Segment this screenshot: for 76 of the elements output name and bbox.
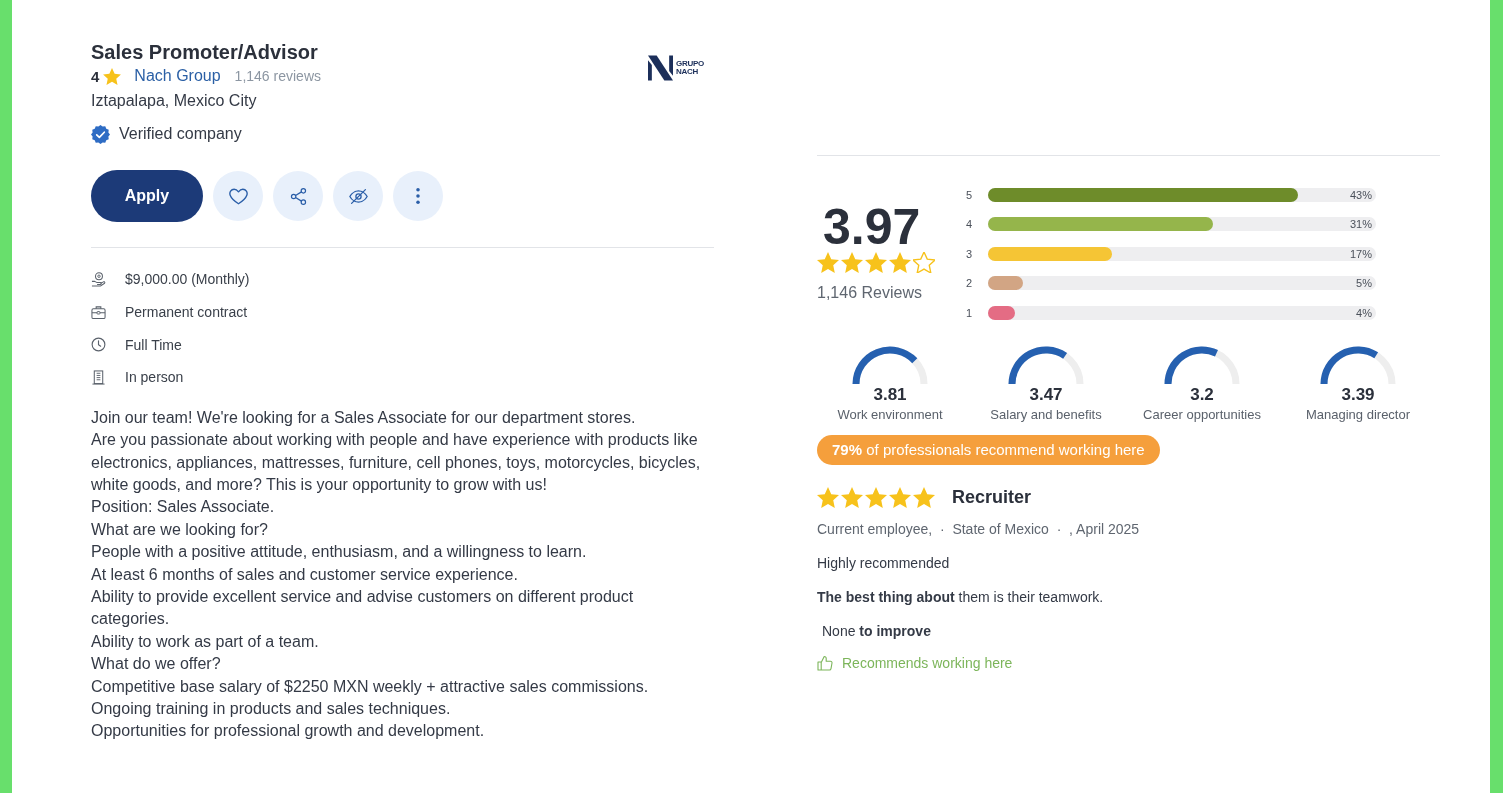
star-level-label: 2 — [966, 277, 974, 290]
review-title: Recruiter — [952, 486, 1032, 508]
description-text: Ability to work as part of a team. — [91, 631, 320, 652]
job-title: Sales Promoter/Advisor — [91, 40, 319, 65]
description-text: At least 6 months of sales and customer service experience. — [91, 564, 519, 585]
description-text: What are we looking for? — [91, 519, 269, 540]
star-icon — [889, 252, 911, 273]
star-level-label: 3 — [966, 247, 974, 260]
category-score: 3.2 — [1190, 383, 1214, 406]
percentage-text: 4% — [1356, 305, 1372, 320]
review-total: 1,146 Reviews — [817, 283, 923, 303]
star-icon — [817, 252, 839, 273]
description-text: Are you passionate about working with people and have experience with products like electronics, appliances, mattresses, furniture, cell phones, toys, motorcycles, bicycles, white goods, and more? This is your opportunity to grow with us! — [91, 430, 702, 495]
review-count: 1,146 reviews — [234, 68, 321, 84]
building-icon — [91, 369, 106, 385]
star-level-label: 4 — [966, 218, 974, 231]
star-icon — [865, 486, 887, 508]
description-text: People with a positive attitude, enthusiasm, and a willingness to learn. — [91, 542, 588, 563]
job-location: Iztapalapa, Mexico City — [91, 91, 258, 111]
star-icon — [913, 252, 935, 273]
verified-label: Verified company — [119, 125, 242, 143]
job-detail-text: In person — [125, 369, 184, 386]
star-level-label: 1 — [966, 306, 974, 319]
recommend-badge: 79% of professionals recommend working here — [817, 434, 1160, 465]
category-label: Salary and benefits — [990, 405, 1102, 424]
logo-text: GRUPO NACH — [676, 60, 705, 76]
clock-icon — [91, 337, 106, 353]
description-text: Position: Sales Associate. — [91, 497, 276, 518]
star-icon — [865, 252, 887, 273]
heart-icon — [228, 187, 248, 205]
star-icon — [103, 67, 122, 85]
description-text: Ongoing training in products and sales techniques. — [91, 699, 452, 720]
briefcase-icon — [91, 304, 106, 320]
category-label: Career opportunities — [1143, 405, 1261, 424]
category-score: 3.39 — [1341, 383, 1375, 406]
description-text: What do we offer? — [91, 654, 222, 675]
description-text: Competitive base salary of $2250 MXN weekly + attractive sales commissions. — [91, 676, 650, 697]
company-link[interactable]: Nach Group — [134, 67, 221, 85]
job-detail-text: $9,000.00 (Monthly) — [125, 271, 250, 288]
category-score: 3.81 — [873, 383, 907, 406]
star-level-label: 5 — [966, 188, 974, 201]
coin-hand-icon — [91, 271, 106, 287]
description-text: Ability to provide excellent service and advise customers on different product categories. — [91, 587, 635, 630]
percentage-text: 5% — [1356, 276, 1372, 291]
star-icon — [841, 486, 863, 508]
category-label: Work environment — [837, 405, 943, 424]
description-text: Join our team! We're looking for a Sales Associate for our department stores. — [91, 407, 637, 428]
hide-button[interactable] — [333, 171, 383, 221]
review-headline: Highly recommended — [817, 553, 950, 573]
share-button[interactable] — [273, 171, 323, 221]
review-pros: The best thing about them is their teamwork. — [817, 587, 1104, 607]
description-text: Opportunities for professional growth and development. — [91, 721, 486, 742]
recommendation-text: Recommends working here — [842, 654, 1013, 671]
star-icon — [817, 486, 839, 508]
thumbs-up-icon — [817, 654, 833, 671]
average-rating: 3.97 — [822, 202, 922, 252]
review-cons: None to improve — [821, 621, 931, 641]
star-icon — [841, 252, 863, 273]
share-icon — [288, 187, 308, 205]
category-score: 3.47 — [1029, 383, 1063, 406]
percentage-text: 43% — [1349, 187, 1372, 202]
eye-slash-icon — [348, 187, 368, 205]
job-detail-text: Full Time — [125, 336, 182, 353]
job-detail-text: Permanent contract — [125, 304, 248, 321]
review-meta: Current employee, · State of Mexico · , April 2025 — [817, 519, 1140, 539]
more-vertical-icon — [416, 188, 420, 204]
company-rating: 4 — [91, 67, 100, 85]
percentage-text: 17% — [1349, 246, 1372, 261]
percentage-text: 31% — [1349, 217, 1372, 232]
verified-badge-icon — [91, 124, 110, 144]
star-icon — [889, 486, 911, 508]
star-icon — [913, 486, 935, 508]
favorite-button[interactable] — [213, 171, 263, 221]
category-label: Managing director — [1305, 405, 1411, 424]
apply-button[interactable]: Apply — [91, 170, 203, 222]
logo-mark-icon — [648, 55, 673, 81]
